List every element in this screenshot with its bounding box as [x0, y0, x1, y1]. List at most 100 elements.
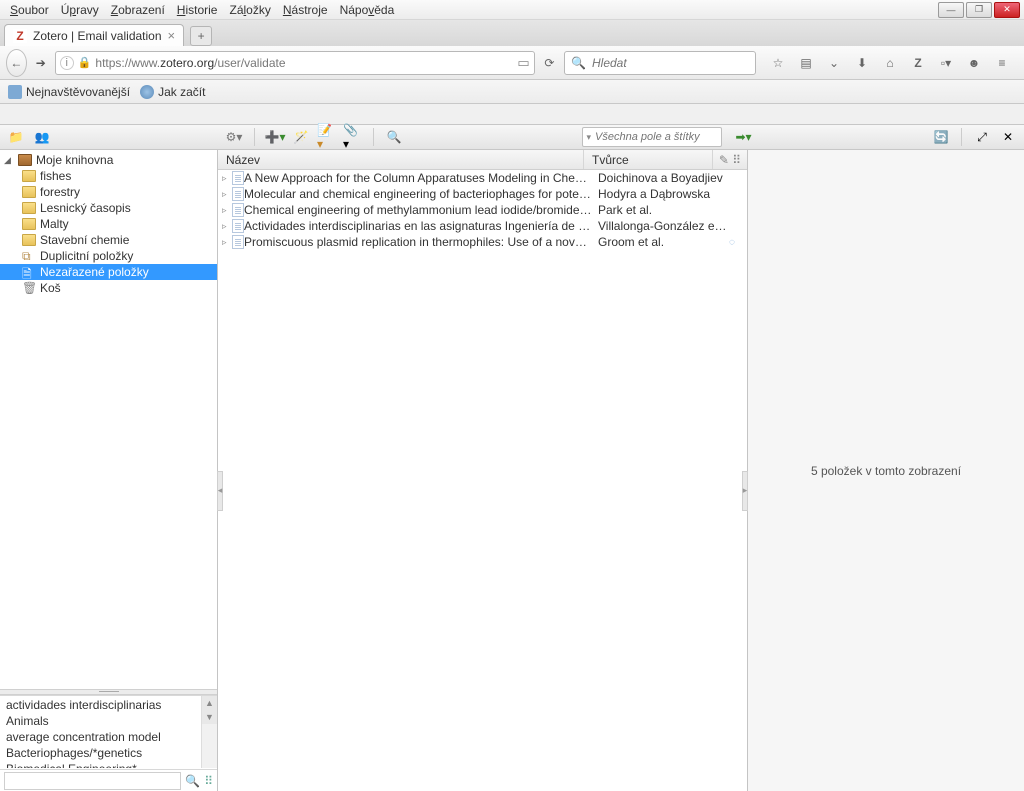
library-root[interactable]: ◢ Moje knihovna: [0, 152, 217, 168]
menu-nastroje[interactable]: Nástroje: [277, 1, 334, 19]
new-collection-button[interactable]: 📁: [6, 127, 26, 147]
loading-spinner-icon: ◌: [729, 237, 743, 248]
pocket-icon[interactable]: ⌄: [824, 53, 844, 73]
item-creator: Groom et al.: [592, 235, 729, 249]
item-row[interactable]: ▹ A New Approach for the Column Apparatu…: [218, 170, 747, 186]
trash-item[interactable]: 🗑Koš: [0, 280, 217, 296]
tag-selector: actividades interdisciplinarias Animals …: [0, 695, 217, 791]
item-row[interactable]: ▹ Chemical engineering of methylammonium…: [218, 202, 747, 218]
zotero-search-input[interactable]: [595, 131, 738, 143]
item-row[interactable]: ▹ Molecular and chemical engineering of …: [218, 186, 747, 202]
bookmarks-list-icon[interactable]: ▤: [796, 53, 816, 73]
browser-search-bar[interactable]: 🔍: [564, 51, 756, 75]
forward-button[interactable]: ➔: [33, 50, 49, 76]
column-title[interactable]: Název: [218, 150, 584, 169]
hamburger-menu-icon[interactable]: ≡: [992, 53, 1012, 73]
collection-malty[interactable]: Malty: [0, 216, 217, 232]
back-button[interactable]: ←: [6, 49, 27, 77]
new-group-button[interactable]: 👥: [32, 127, 52, 147]
site-info-icon[interactable]: i: [60, 56, 74, 70]
add-attachment-button[interactable]: 📎▾: [343, 127, 363, 147]
menu-soubor[interactable]: Soubor: [4, 1, 55, 19]
unfiled-item[interactable]: 🗎Nezařazené položky: [0, 264, 217, 280]
scroll-up-icon[interactable]: ▲: [202, 696, 217, 710]
new-item-button[interactable]: ➕▾: [265, 127, 285, 147]
new-tab-button[interactable]: +: [190, 26, 212, 46]
bookmark-getting-started[interactable]: Jak začít: [140, 85, 205, 99]
tag-item[interactable]: Animals: [6, 714, 49, 728]
column-options[interactable]: ✎ ⠿: [713, 153, 747, 167]
reader-mode-icon[interactable]: ▭: [517, 55, 529, 71]
url-bar[interactable]: i 🔒 https://www.zotero.org/user/validate…: [55, 51, 535, 75]
new-note-button[interactable]: 📝▾: [317, 127, 337, 147]
item-row[interactable]: ▹ Actividades interdisciplinarias en las…: [218, 218, 747, 234]
menu-zalozky[interactable]: Záložky: [223, 1, 276, 19]
reload-button[interactable]: ⟳: [541, 51, 558, 75]
tag-item[interactable]: average concentration model: [6, 730, 161, 744]
tags-list[interactable]: actividades interdisciplinarias Animals …: [0, 696, 217, 768]
expand-icon[interactable]: ▹: [222, 221, 232, 232]
menu-zobrazeni[interactable]: Zobrazení: [105, 1, 171, 19]
expand-icon[interactable]: ▹: [222, 237, 232, 248]
search-mode-dropdown-icon[interactable]: ▾: [587, 132, 592, 143]
collection-forestry[interactable]: forestry: [0, 184, 217, 200]
expand-icon[interactable]: ▹: [222, 189, 232, 200]
collection-lesnicky[interactable]: Lesnický časopis: [0, 200, 217, 216]
menu-upravy[interactable]: Úpravy: [55, 1, 105, 19]
sync-button[interactable]: 🔄: [931, 127, 951, 147]
bookmark-most-visited[interactable]: Nejnavštěvovanější: [8, 85, 130, 99]
item-row[interactable]: ▹ Promiscuous plasmid replication in the…: [218, 234, 747, 250]
save-to-zotero-icon[interactable]: ▫▾: [936, 53, 956, 73]
browser-search-input[interactable]: [592, 56, 749, 70]
menu-historie[interactable]: Historie: [171, 1, 224, 19]
expand-icon[interactable]: ▹: [222, 173, 232, 184]
add-by-identifier-button[interactable]: 🪄: [291, 127, 311, 147]
actions-gear-button[interactable]: ⚙▾: [224, 127, 244, 147]
item-title: A New Approach for the Column Apparatuse…: [244, 171, 592, 185]
splitter-left-grip[interactable]: ◂: [217, 471, 223, 511]
chat-icon[interactable]: ☻: [964, 53, 984, 73]
scroll-down-icon[interactable]: ▼: [202, 710, 217, 724]
home-icon[interactable]: ⌂: [880, 53, 900, 73]
menu-napoveda[interactable]: Nápověda: [334, 1, 401, 19]
close-zotero-button[interactable]: ✕: [998, 127, 1018, 147]
collections-tree[interactable]: ◢ Moje knihovna fishes forestry Lesnický…: [0, 150, 217, 689]
locate-button[interactable]: ➡▾: [734, 127, 754, 147]
expand-icon[interactable]: ▹: [222, 205, 232, 216]
items-header: Název Tvůrce ✎ ⠿: [218, 150, 747, 170]
toggle-tab-mode-button[interactable]: ⤢: [972, 127, 992, 147]
content-gap: [0, 104, 1024, 124]
bookmark-star-icon[interactable]: ☆: [768, 53, 788, 73]
splitter-right-grip[interactable]: ▸: [742, 471, 748, 511]
document-icon: [232, 219, 244, 233]
document-icon: [232, 203, 244, 217]
tag-filter-input[interactable]: [4, 772, 181, 790]
tag-menu-icon[interactable]: ⠿: [204, 774, 213, 788]
tag-item[interactable]: actividades interdisciplinarias: [6, 698, 161, 712]
window-close-button[interactable]: ✕: [994, 2, 1020, 18]
tab-close-icon[interactable]: ×: [168, 28, 176, 43]
tags-scrollbar[interactable]: ▲ ▼: [201, 696, 217, 768]
zotero-main: ◢ Moje knihovna fishes forestry Lesnický…: [0, 150, 1024, 791]
bookmark-label: Nejnavštěvovanější: [26, 85, 130, 99]
caret-down-icon[interactable]: ◢: [4, 155, 14, 166]
downloads-icon[interactable]: ⬇: [852, 53, 872, 73]
zotero-z-icon[interactable]: Z: [908, 53, 928, 73]
collection-fishes[interactable]: fishes: [0, 168, 217, 184]
window-minimize-button[interactable]: —: [938, 2, 964, 18]
collection-stavebni[interactable]: Stavební chemie: [0, 232, 217, 248]
items-list[interactable]: ▹ A New Approach for the Column Apparatu…: [218, 170, 747, 250]
duplicates-item[interactable]: ⧉Duplicitní položky: [0, 248, 217, 264]
column-creator[interactable]: Tvůrce: [584, 150, 713, 169]
browser-tab[interactable]: Z Zotero | Email validation ×: [4, 24, 184, 46]
tag-search-icon[interactable]: 🔍: [185, 774, 200, 788]
duplicates-icon: ⧉: [22, 249, 36, 263]
tag-item[interactable]: Biomedical Engineering*: [6, 762, 137, 768]
window-maximize-button[interactable]: ❐: [966, 2, 992, 18]
tag-item[interactable]: Bacteriophages/*genetics: [6, 746, 142, 760]
zotero-quick-search[interactable]: ▾: [582, 127, 722, 147]
bookmark-icon: [8, 85, 22, 99]
library-label: Moje knihovna: [36, 153, 113, 167]
lock-icon: 🔒: [78, 56, 92, 69]
advanced-search-button[interactable]: 🔍: [384, 127, 404, 147]
